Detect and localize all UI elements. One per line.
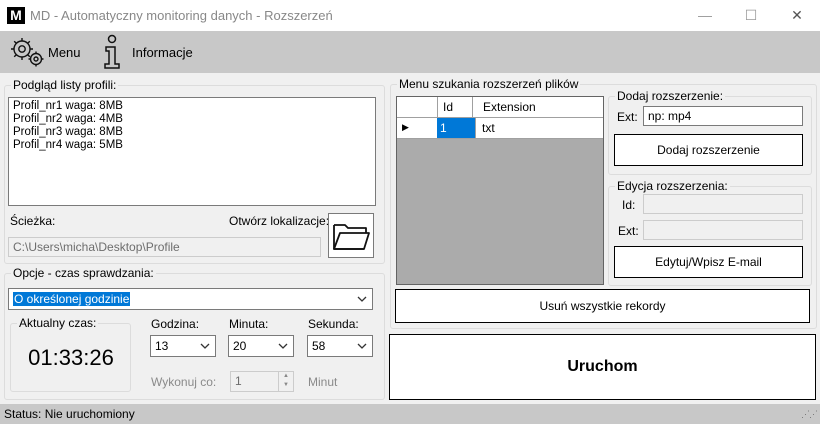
minute-label: Minuta:	[229, 317, 269, 331]
hour-label: Godzina:	[151, 317, 200, 331]
mode-select-value: O określonej godzinie	[13, 292, 131, 306]
repeat-label: Wykonuj co:	[151, 375, 217, 389]
edit-ext-label: Ext:	[618, 224, 639, 238]
hour-value: 13	[155, 339, 169, 353]
edit-id-field[interactable]	[643, 194, 803, 214]
list-item[interactable]: Profil_nr2 waga: 4MB	[13, 113, 371, 126]
open-folder-button[interactable]	[328, 213, 374, 258]
edit-id-label: Id:	[622, 198, 636, 212]
current-time-title: Aktualny czas:	[19, 316, 97, 330]
open-location-label: Otwórz lokalizacje:	[229, 214, 330, 228]
second-value: 58	[312, 339, 326, 353]
run-button[interactable]: Uruchom	[389, 334, 816, 400]
edit-email-button[interactable]: Edytuj/Wpisz E-mail	[614, 246, 803, 278]
chevron-down-icon	[278, 343, 288, 349]
maximize-button[interactable]: ☐	[728, 0, 774, 31]
edit-extension-title: Edycja rozszerzenia:	[617, 179, 728, 193]
table-row[interactable]: ▶ 1 txt	[397, 118, 603, 139]
status-text: Status: Nie uruchomiony	[4, 407, 135, 421]
extensions-grid[interactable]: Id Extension ▶ 1 txt	[396, 96, 604, 285]
menu-bar: Menu Informacje	[0, 31, 820, 73]
column-header-id[interactable]: Id	[437, 97, 473, 117]
second-label: Sekunda:	[308, 317, 359, 331]
cell-extension[interactable]: txt	[475, 118, 603, 138]
chevron-down-icon	[357, 343, 367, 349]
folder-icon	[333, 223, 370, 250]
app-logo-icon: M	[7, 7, 25, 24]
ext-input[interactable]: np: mp4	[643, 106, 803, 126]
repeat-value: 1	[235, 374, 242, 388]
title-bar: M MD - Automatyczny monitoring danych - …	[0, 0, 820, 31]
cell-id[interactable]: 1	[437, 118, 475, 138]
row-selector[interactable]: ▶	[397, 118, 438, 138]
column-header-extension[interactable]: Extension	[475, 97, 603, 117]
minute-select[interactable]: 20	[228, 335, 294, 357]
delete-all-records-button[interactable]: Usuń wszystkie rekordy	[395, 289, 810, 323]
info-icon	[104, 34, 120, 69]
resize-grip-icon[interactable]: ⋰⋰	[801, 409, 818, 420]
window-title: MD - Automatyczny monitoring danych - Ro…	[30, 8, 333, 23]
hour-select[interactable]: 13	[150, 335, 216, 357]
repeat-unit-label: Minut	[308, 375, 338, 389]
close-button[interactable]: ✕	[774, 0, 820, 31]
status-bar: Status: Nie uruchomiony ⋰⋰	[0, 404, 820, 424]
edit-ext-field[interactable]	[643, 220, 803, 240]
ext-label: Ext:	[617, 110, 638, 124]
minute-value: 20	[233, 339, 247, 353]
path-label: Ścieżka:	[10, 214, 56, 228]
grid-header: Id Extension	[397, 97, 603, 118]
add-extension-button[interactable]: Dodaj rozszerzenie	[614, 134, 803, 166]
menu-label: Menu	[48, 44, 81, 60]
repeat-stepper[interactable]: 1 ▲ ▼	[230, 371, 294, 392]
gears-icon	[11, 38, 44, 67]
info-label: Informacje	[132, 44, 193, 60]
second-select[interactable]: 58	[307, 335, 373, 357]
add-extension-title: Dodaj rozszerzenie:	[617, 89, 724, 103]
info-button[interactable]: Informacje	[100, 31, 193, 73]
current-time-value: 01:33:26	[28, 345, 114, 370]
mode-select[interactable]: O określonej godzinie	[8, 288, 373, 310]
extensions-group-title: Menu szukania rozszerzeń plików	[399, 77, 579, 91]
chevron-down-icon	[200, 343, 210, 349]
list-item[interactable]: Profil_nr1 waga: 8MB	[13, 100, 371, 113]
row-indicator-icon: ▶	[402, 122, 409, 132]
options-group-title: Opcje - czas sprawdzania:	[13, 266, 154, 280]
path-field[interactable]: C:\Users\micha\Desktop\Profile	[8, 237, 321, 257]
stepper-arrows[interactable]: ▲ ▼	[278, 372, 293, 391]
row-header-corner	[397, 97, 438, 117]
menu-button[interactable]: Menu	[8, 31, 81, 73]
profiles-group-title: Podgląd listy profili:	[13, 78, 117, 92]
list-item[interactable]: Profil_nr4 waga: 5MB	[13, 139, 371, 152]
minimize-button[interactable]: —	[682, 0, 728, 31]
chevron-down-icon	[357, 296, 367, 302]
profiles-list[interactable]: Profil_nr1 waga: 8MB Profil_nr2 waga: 4M…	[8, 97, 376, 206]
list-item[interactable]: Profil_nr3 waga: 8MB	[13, 126, 371, 139]
